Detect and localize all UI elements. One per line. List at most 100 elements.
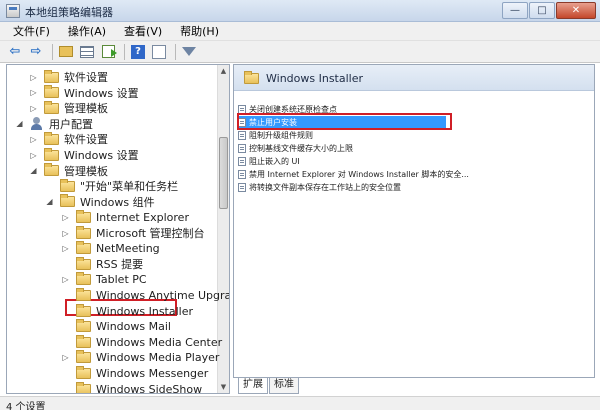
properties-button[interactable] <box>150 43 168 61</box>
up-folder-button[interactable] <box>57 43 75 61</box>
expand-arrow-icon[interactable]: ▷ <box>29 73 38 82</box>
tree-item[interactable]: ▷ Windows 设置 <box>29 85 139 101</box>
tree-item[interactable]: Windows Anytime Upgrade <box>61 287 229 303</box>
forward-arrow-icon[interactable]: ⇨ <box>27 43 45 61</box>
toolbar: ⇦ ⇨ ? <box>0 41 600 63</box>
help-button[interactable]: ? <box>129 43 147 61</box>
policy-setting-icon <box>238 144 246 153</box>
tree-item[interactable]: ▷ NetMeeting <box>61 241 160 257</box>
expand-arrow-icon[interactable]: ▷ <box>61 275 70 284</box>
details-pane: Windows Installer 关闭创建系统还原检查点 禁止用户安装 阻制升级组… <box>233 64 595 378</box>
tree-item[interactable]: ◢ 管理模板 <box>29 163 108 179</box>
expand-arrow-icon[interactable]: ▷ <box>61 213 70 222</box>
tree-item[interactable]: RSS 提要 <box>61 256 143 272</box>
expand-arrow-icon[interactable]: ◢ <box>15 119 24 128</box>
policy-label: 阻制升级组件规则 <box>249 131 313 140</box>
tree-item-label: Windows Anytime Upgrade <box>96 288 229 302</box>
folder-icon <box>244 71 259 84</box>
show-hide-tree-button[interactable] <box>78 43 96 61</box>
folder-icon <box>44 147 59 161</box>
tree-item-label: Windows 设置 <box>64 86 139 100</box>
tree-item-label: Windows Mail <box>96 320 171 334</box>
expand-arrow-icon[interactable]: ▷ <box>61 244 70 253</box>
policy-item[interactable]: 阻止嵌入的 UI <box>238 155 300 168</box>
folder-icon <box>76 303 91 317</box>
tree-item[interactable]: Windows Mail <box>61 319 171 335</box>
tree-item-label: 管理模板 <box>64 102 108 116</box>
filter-button[interactable] <box>180 43 198 61</box>
tree-pane[interactable]: ▲ ▼ ▷ 软件设置 ▷ Windows 设置 ▷ 管理模板 ◢ 用户配置 ▷ 软件设置 ▷ Wind… <box>6 64 230 394</box>
policy-label: 控制基线文件缓存大小的上限 <box>249 144 353 153</box>
policy-item[interactable]: 阻制升级组件规则 <box>238 129 313 142</box>
tree-item[interactable]: Windows SideShow <box>61 381 203 394</box>
user-icon <box>30 116 44 131</box>
folder-icon <box>76 381 91 393</box>
policy-item[interactable]: 禁用 Internet Explorer 对 Windows Installer… <box>238 168 469 181</box>
expand-arrow-icon[interactable]: ▷ <box>61 353 70 362</box>
tree-item[interactable]: "开始"菜单和任务栏 <box>45 178 178 194</box>
tree-item-label: Windows Media Center <box>96 335 223 349</box>
folder-icon <box>76 287 91 301</box>
menu-file[interactable]: 文件(F) <box>4 23 59 39</box>
tree-item[interactable]: ▷ Tablet PC <box>61 272 147 288</box>
tree-item[interactable]: ◢ Windows 组件 <box>45 194 155 210</box>
close-button[interactable]: ✕ <box>556 2 596 19</box>
folder-icon <box>44 163 59 177</box>
menu-help[interactable]: 帮助(H) <box>171 23 228 39</box>
folder-icon <box>76 365 91 379</box>
tree-item[interactable]: ▷ Microsoft 管理控制台 <box>61 225 205 241</box>
expand-arrow-icon[interactable]: ▷ <box>61 229 70 238</box>
tree-item-label: Windows SideShow <box>96 382 203 394</box>
tree-item-label: 软件设置 <box>64 133 108 147</box>
folder-icon <box>76 256 91 270</box>
tree-item[interactable]: Windows Media Center <box>61 334 222 350</box>
back-arrow-icon[interactable]: ⇦ <box>6 43 24 61</box>
tree-item[interactable]: Windows Installer <box>61 303 193 319</box>
folder-icon <box>76 225 91 239</box>
window-controls: — □ ✕ <box>501 2 596 19</box>
tree-item[interactable]: ▷ Windows Media Player <box>61 350 219 366</box>
export-list-button[interactable] <box>99 43 117 61</box>
tab-extended[interactable]: 扩展 <box>238 378 268 394</box>
menu-action[interactable]: 操作(A) <box>59 23 115 39</box>
expand-arrow-icon[interactable]: ▷ <box>29 104 38 113</box>
tree-view-icon <box>80 45 94 58</box>
menu-view[interactable]: 查看(V) <box>115 23 171 39</box>
folder-icon <box>76 334 91 348</box>
tree-item-label: Internet Explorer <box>96 210 189 224</box>
window-title: 本地组策略编辑器 <box>25 6 113 19</box>
policy-item[interactable]: 控制基线文件缓存大小的上限 <box>238 142 353 155</box>
scroll-down-icon[interactable]: ▼ <box>218 381 229 393</box>
policy-label: 阻止嵌入的 UI <box>249 157 300 166</box>
tree-item[interactable]: ▷ 软件设置 <box>29 131 108 147</box>
policy-setting-icon <box>238 131 246 140</box>
minimize-button[interactable]: — <box>502 2 528 19</box>
tree-item-label: Windows 设置 <box>64 149 139 162</box>
expand-arrow-icon[interactable]: ◢ <box>29 166 38 175</box>
tree-item-label: Tablet PC <box>96 273 147 287</box>
expand-arrow-icon[interactable]: ▷ <box>29 88 38 97</box>
folder-icon <box>60 194 75 208</box>
folder-icon <box>44 100 59 114</box>
scrollbar-thumb[interactable] <box>219 137 228 209</box>
expand-arrow-icon[interactable]: ▷ <box>29 151 38 160</box>
tree-item-label: "开始"菜单和任务栏 <box>80 180 179 194</box>
maximize-button[interactable]: □ <box>529 2 555 19</box>
expand-arrow-icon[interactable]: ▷ <box>29 135 38 144</box>
status-text: 4 个设置 <box>6 402 46 410</box>
tree-item[interactable]: ▷ 软件设置 <box>29 69 108 85</box>
tree-item[interactable]: ◢ 用户配置 <box>15 116 93 132</box>
tree-item[interactable]: Windows Messenger <box>61 365 208 381</box>
scroll-up-icon[interactable]: ▲ <box>218 65 229 77</box>
tree-item[interactable]: ▷ Windows 设置 <box>29 147 139 163</box>
policy-item[interactable]: 将转换文件副本保存在工作站上的安全位置 <box>238 181 401 194</box>
expand-arrow-icon[interactable]: ◢ <box>45 197 54 206</box>
tree-item[interactable]: ▷ 管理模板 <box>29 100 108 116</box>
folder-icon <box>76 319 91 333</box>
tree-item[interactable]: ▷ Internet Explorer <box>61 209 189 225</box>
tab-standard[interactable]: 标准 <box>269 378 299 394</box>
